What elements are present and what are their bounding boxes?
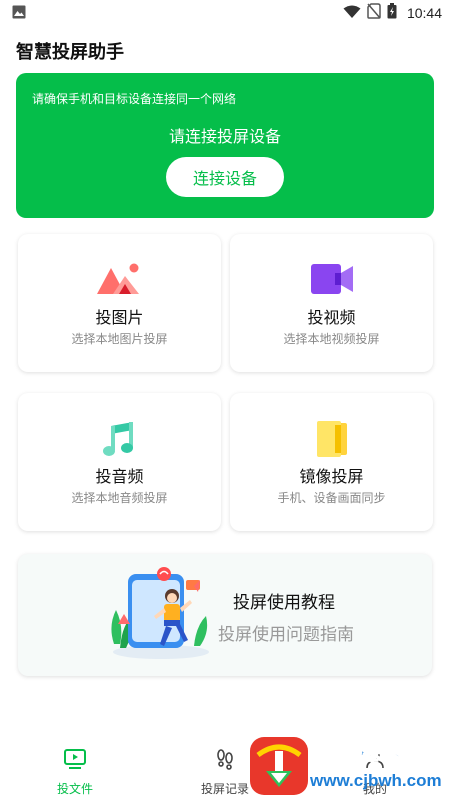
card-subtitle: 选择本地图片投屏 (71, 332, 168, 346)
cast-image-card[interactable]: 投图片 选择本地图片投屏 (18, 234, 221, 372)
battery-charging-icon (387, 3, 397, 23)
mirror-cast-card[interactable]: 镜像投屏 手机、设备画面同步 (230, 393, 433, 531)
nav-tab-cast-files[interactable]: 投文件 (20, 735, 130, 800)
card-subtitle: 选择本地音频投屏 (71, 491, 168, 505)
video-icon (309, 262, 355, 300)
image-icon (96, 262, 143, 300)
tutorial-title: 投屏使用教程 (233, 593, 335, 613)
connection-status-text: 请连接投屏设备 (168, 127, 281, 146)
play-screen-icon (63, 747, 87, 775)
card-title: 镜像投屏 (299, 467, 364, 486)
status-bar: 10:44 (0, 0, 450, 26)
watermark-url: www.cjbwh.com (310, 771, 442, 790)
music-icon (97, 421, 143, 463)
card-title: 投视频 (307, 308, 356, 327)
wifi-icon (343, 4, 361, 23)
site-watermark: 超级棒下载站 www.cjbwh.com (246, 733, 450, 799)
tutorial-subtitle: 投屏使用问题指南 (218, 625, 354, 645)
nav-label: 投文件 (56, 782, 93, 796)
app-title: 智慧投屏助手 (16, 42, 124, 63)
no-sim-icon (367, 3, 381, 23)
connection-banner: 请确保手机和目标设备连接同一个网络 请连接投屏设备 连接设备 (16, 73, 434, 218)
footprint-icon (213, 747, 237, 775)
card-title: 投图片 (95, 308, 144, 327)
cast-video-card[interactable]: 投视频 选择本地视频投屏 (230, 234, 433, 372)
cast-audio-card[interactable]: 投音频 选择本地音频投屏 (18, 393, 221, 531)
gallery-notification-icon (12, 4, 26, 23)
tutorial-card[interactable]: 投屏使用教程 投屏使用问题指南 (18, 554, 432, 676)
download-site-logo-icon (248, 735, 310, 800)
network-hint-text: 请确保手机和目标设备连接同一个网络 (32, 92, 237, 106)
card-subtitle: 选择本地视频投屏 (283, 332, 380, 346)
mirror-icon (309, 421, 355, 463)
watermark-text: 超级棒下载站 (313, 744, 447, 770)
clock-text: 10:44 (406, 5, 442, 21)
card-title: 投音频 (95, 467, 144, 486)
connect-device-button[interactable]: 连接设备 (166, 157, 284, 197)
tutorial-illustration (106, 566, 216, 666)
card-subtitle: 手机、设备画面同步 (277, 491, 386, 505)
